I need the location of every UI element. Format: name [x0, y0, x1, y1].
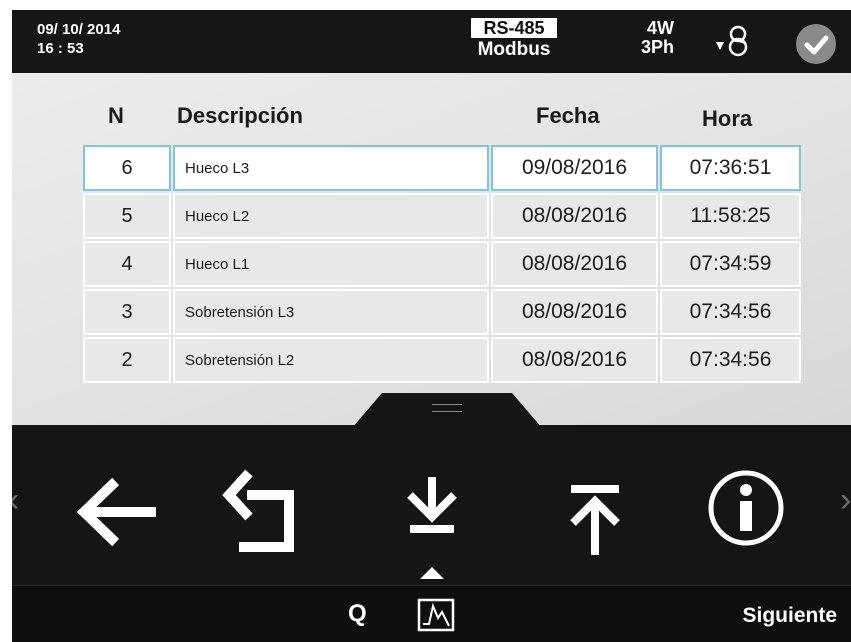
- row-time-cell[interactable]: 07:34:59: [660, 241, 801, 287]
- toolbar: ‹ ›: [12, 425, 851, 585]
- row-date-cell[interactable]: 08/08/2016: [491, 337, 658, 383]
- row-number-cell[interactable]: 3: [83, 289, 171, 335]
- row-date-cell[interactable]: 09/08/2016: [491, 145, 658, 191]
- mode-label: Modbus: [477, 39, 551, 60]
- datetime: 09/ 10/ 2014 16 : 53: [37, 20, 120, 58]
- row-number-cell[interactable]: 5: [83, 193, 171, 239]
- row-time-cell[interactable]: 07:34:56: [660, 337, 801, 383]
- bottom-bar: Q Siguiente: [12, 585, 851, 642]
- time-text: 16 : 53: [37, 40, 84, 57]
- row-date-cell[interactable]: 08/08/2016: [491, 241, 658, 287]
- header-time: Hora: [702, 106, 753, 131]
- device-screen: 09/ 10/ 2014 16 : 53 RS-485 Modbus 4W 3P…: [12, 10, 851, 642]
- phases-label: 3Ph: [640, 37, 674, 57]
- comm-indicator: RS-485 Modbus: [464, 18, 564, 60]
- row-time-cell[interactable]: 07:34:56: [660, 289, 801, 335]
- row-number-cell[interactable]: 6: [83, 145, 171, 191]
- row-time-cell[interactable]: 11:58:25: [660, 193, 801, 239]
- arrow-left-icon[interactable]: [74, 477, 164, 547]
- row-description-cell[interactable]: Sobretensión L2: [173, 337, 489, 383]
- waveform-icon[interactable]: [417, 598, 455, 632]
- loop-arrow-icon: [716, 25, 748, 57]
- status-bar: 09/ 10/ 2014 16 : 53 RS-485 Modbus 4W 3P…: [12, 10, 851, 73]
- header-date: Fecha: [536, 103, 600, 128]
- row-date-cell[interactable]: 08/08/2016: [491, 289, 658, 335]
- header-description: Descripción: [177, 103, 303, 128]
- drawer-handle[interactable]: [352, 393, 542, 428]
- undo-icon[interactable]: [217, 465, 307, 560]
- row-description-cell[interactable]: Sobretensión L3: [173, 289, 489, 335]
- row-number-cell[interactable]: 4: [83, 241, 171, 287]
- scroll-top-icon[interactable]: [565, 483, 625, 559]
- row-description-cell[interactable]: Hueco L3: [173, 145, 489, 191]
- date-text: 09/ 10/ 2014: [37, 21, 121, 38]
- row-time-cell[interactable]: 07:36:51: [660, 145, 801, 191]
- wiring-label: 4W: [647, 18, 674, 38]
- wiring-indicator: 4W 3Ph: [624, 19, 674, 57]
- scroll-left-hint-icon: ‹: [12, 481, 19, 520]
- scroll-bottom-icon[interactable]: [402, 471, 462, 581]
- q-button[interactable]: Q: [348, 600, 367, 628]
- row-date-cell[interactable]: 08/08/2016: [491, 193, 658, 239]
- grip-icon: [432, 404, 462, 412]
- row-description-cell[interactable]: Hueco L1: [173, 241, 489, 287]
- row-number-cell[interactable]: 2: [83, 337, 171, 383]
- info-icon[interactable]: [706, 468, 786, 548]
- check-circle-icon[interactable]: [796, 24, 836, 64]
- header-n: N: [108, 103, 124, 128]
- scroll-right-hint-icon: ›: [840, 481, 851, 519]
- row-description-cell[interactable]: Hueco L2: [173, 193, 489, 239]
- events-panel: N Descripción Fecha Hora 6 Hueco L3 09/0…: [12, 73, 851, 425]
- protocol-label: RS-485: [471, 18, 557, 38]
- next-button[interactable]: Siguiente: [742, 604, 837, 628]
